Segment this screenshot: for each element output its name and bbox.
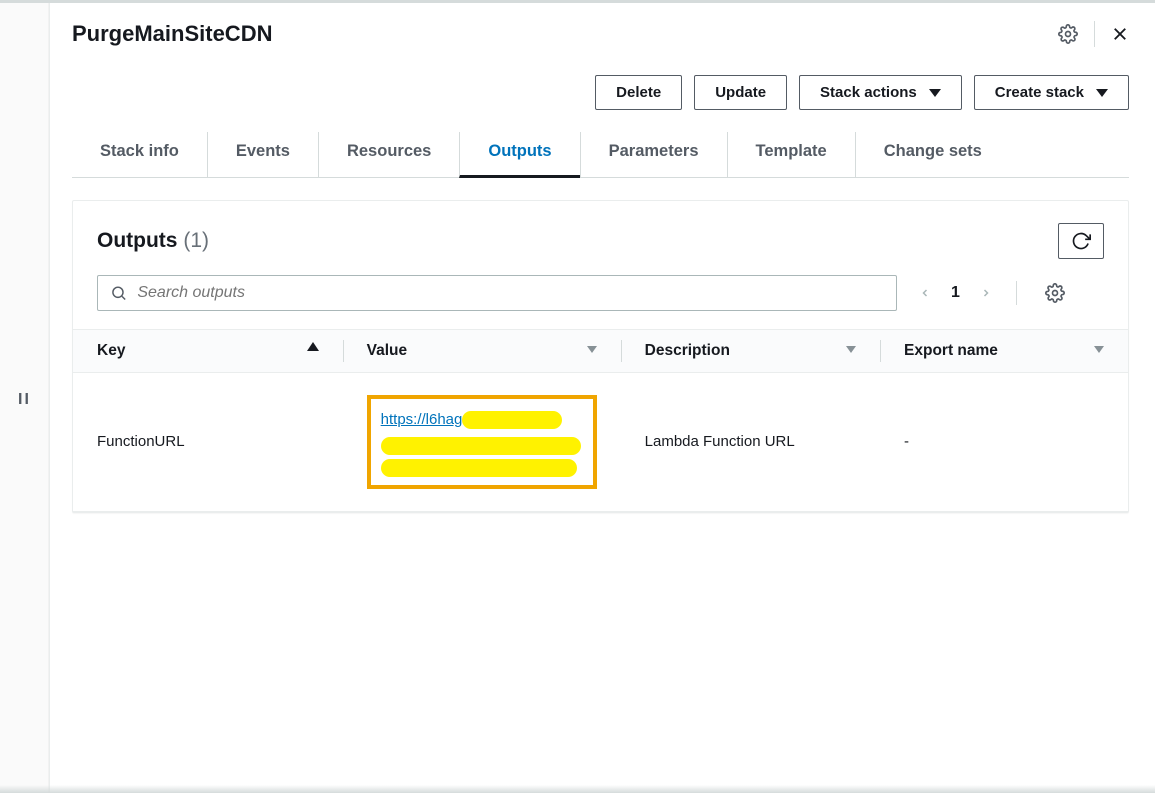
- cell-description: Lambda Function URL: [621, 373, 880, 512]
- search-icon: [110, 284, 127, 302]
- next-page-button[interactable]: [976, 280, 996, 306]
- sort-icon: [587, 342, 597, 356]
- action-buttons: Delete Update Stack actions Create stack: [72, 75, 1129, 110]
- chevron-right-icon: [980, 284, 992, 302]
- tab-label: Parameters: [609, 142, 699, 160]
- tab-outputs[interactable]: Outputs: [459, 132, 579, 178]
- sort-asc-icon: [307, 342, 319, 351]
- col-header-label: Description: [645, 342, 730, 359]
- header-row: PurgeMainSiteCDN: [72, 21, 1129, 47]
- panel-header: Outputs (1): [73, 201, 1128, 275]
- search-input[interactable]: [137, 284, 884, 302]
- col-header-label: Export name: [904, 342, 998, 359]
- divider: [1016, 281, 1017, 305]
- header-icon-group: [1058, 21, 1129, 47]
- prev-page-button[interactable]: [915, 280, 935, 306]
- settings-gear-icon[interactable]: [1058, 24, 1078, 44]
- refresh-button[interactable]: [1058, 223, 1104, 259]
- col-header-label: Value: [367, 342, 408, 359]
- bottom-shadow: [0, 785, 1155, 793]
- stack-title: PurgeMainSiteCDN: [72, 21, 272, 47]
- tab-label: Outputs: [488, 142, 551, 160]
- table-row: FunctionURL https://l6hag Lambda Functio…: [73, 373, 1128, 512]
- search-row: 1: [73, 275, 1128, 329]
- cell-key: FunctionURL: [73, 373, 343, 512]
- col-header-key[interactable]: Key: [73, 330, 343, 373]
- highlighted-value-box: https://l6hag: [367, 395, 597, 489]
- col-header-label: Key: [97, 342, 125, 359]
- chevron-left-icon: [919, 284, 931, 302]
- panel-title-text: Outputs: [97, 229, 177, 252]
- redacted-text: [381, 437, 581, 455]
- divider: [1094, 21, 1095, 47]
- stack-actions-button-label: Stack actions: [820, 84, 917, 101]
- tab-label: Events: [236, 142, 290, 160]
- sort-icon: [846, 342, 856, 356]
- close-icon[interactable]: [1111, 25, 1129, 43]
- panel-drag-handle[interactable]: II: [18, 391, 31, 409]
- refresh-icon: [1071, 231, 1091, 251]
- update-button-label: Update: [715, 84, 766, 101]
- outputs-panel: Outputs (1): [72, 200, 1129, 513]
- tab-parameters[interactable]: Parameters: [580, 132, 727, 177]
- tab-template[interactable]: Template: [727, 132, 855, 177]
- col-header-value[interactable]: Value: [343, 330, 621, 373]
- tab-stack-info[interactable]: Stack info: [72, 132, 207, 177]
- sort-icon: [1094, 342, 1104, 356]
- tab-events[interactable]: Events: [207, 132, 318, 177]
- collapsed-side-panel: II: [0, 3, 50, 793]
- panel-title: Outputs (1): [97, 229, 209, 253]
- tab-change-sets[interactable]: Change sets: [855, 132, 1010, 177]
- pagination: 1: [915, 280, 1065, 306]
- redacted-text: [462, 411, 562, 429]
- panel-count: (1): [183, 229, 209, 252]
- caret-down-icon: [1096, 89, 1108, 97]
- search-box[interactable]: [97, 275, 897, 311]
- cell-export-name: -: [880, 373, 1128, 512]
- stack-actions-button[interactable]: Stack actions: [799, 75, 962, 110]
- delete-button[interactable]: Delete: [595, 75, 682, 110]
- outputs-table: Key Value Description Export name: [73, 329, 1128, 512]
- col-header-description[interactable]: Description: [621, 330, 880, 373]
- create-stack-button-label: Create stack: [995, 84, 1084, 101]
- update-button[interactable]: Update: [694, 75, 787, 110]
- delete-button-label: Delete: [616, 84, 661, 101]
- main-content: PurgeMainSiteCDN Delete: [50, 3, 1155, 793]
- page-container: II PurgeMainSiteCDN: [0, 3, 1155, 793]
- col-header-export-name[interactable]: Export name: [880, 330, 1128, 373]
- cell-value: https://l6hag: [343, 373, 621, 512]
- tab-label: Template: [756, 142, 827, 160]
- tab-label: Resources: [347, 142, 431, 160]
- tabs: Stack info Events Resources Outputs Para…: [72, 132, 1129, 178]
- function-url-link[interactable]: https://l6hag: [381, 411, 463, 428]
- tab-label: Change sets: [884, 142, 982, 160]
- page-number: 1: [951, 284, 960, 302]
- table-settings-button[interactable]: [1045, 283, 1065, 303]
- redacted-text: [381, 459, 577, 477]
- gear-icon: [1045, 283, 1065, 303]
- tab-label: Stack info: [100, 142, 179, 160]
- create-stack-button[interactable]: Create stack: [974, 75, 1129, 110]
- caret-down-icon: [929, 89, 941, 97]
- tab-resources[interactable]: Resources: [318, 132, 459, 177]
